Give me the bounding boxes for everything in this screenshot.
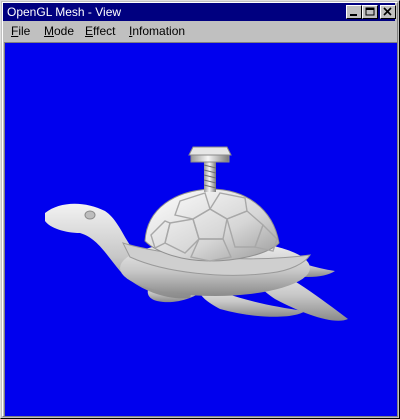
turtle-eye (84, 210, 96, 220)
minimize-button[interactable] (346, 5, 362, 19)
maximize-icon (365, 7, 375, 16)
maximize-button[interactable] (362, 5, 378, 19)
menu-bar: File Mode Effect Infomation (3, 22, 395, 41)
menu-mode[interactable]: Mode (44, 24, 74, 39)
menu-file[interactable]: File (11, 24, 30, 39)
app-window: OpenGL Mesh - View File Mode Effect Info… (0, 0, 400, 419)
turtle-mesh-render (45, 146, 348, 321)
minimize-icon (350, 14, 357, 16)
window-title: OpenGL Mesh - View (7, 5, 122, 19)
turtle-shell (144, 188, 280, 262)
title-bar[interactable]: OpenGL Mesh - View (3, 3, 396, 21)
menu-infomation[interactable]: Infomation (129, 24, 185, 39)
menu-effect[interactable]: Effect (85, 24, 115, 39)
close-button[interactable] (380, 5, 396, 19)
opengl-viewport[interactable] (4, 42, 397, 416)
close-icon (383, 7, 392, 16)
screw (188, 146, 232, 192)
